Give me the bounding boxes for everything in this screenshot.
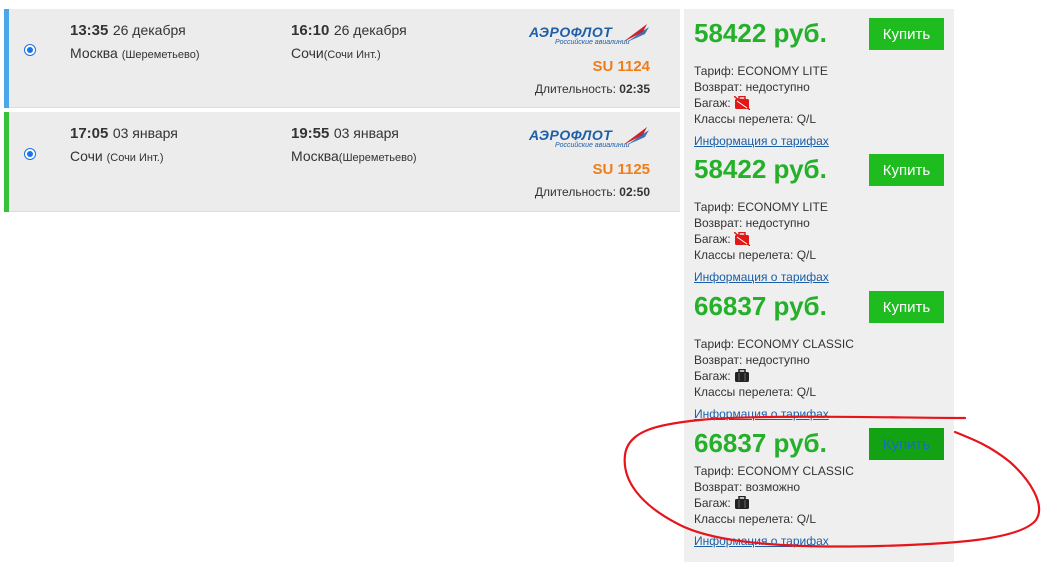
departure-date: 26 декабря	[112, 22, 186, 38]
offer-tariff: Тариф: ECONOMY CLASSIC	[694, 337, 854, 351]
fare-offers-panel: 58422 руб. Купить Тариф: ECONOMY LITE Во…	[684, 9, 954, 562]
offer-classes: Классы перелета: Q/L	[694, 248, 817, 262]
departure-time: 17:05	[70, 125, 109, 142]
flight-radio-return[interactable]	[24, 148, 36, 160]
arrival-date: 03 января	[333, 125, 399, 141]
offer-refund: Возврат: недоступно	[694, 353, 810, 367]
airline-logo-tagline: Российские авиалинии	[555, 142, 630, 149]
divider	[9, 211, 680, 212]
arrival-city: Москва	[291, 148, 339, 164]
offer-baggage: Багаж:	[694, 368, 750, 386]
arrival-airport: (Сочи Инт.)	[323, 49, 381, 61]
departure-city: Москва	[70, 45, 118, 61]
offer-tariff: Тариф: ECONOMY CLASSIC	[694, 464, 854, 478]
departure-info: 17:05 03 января Сочи (Сочи Инт.)	[70, 125, 178, 164]
airline-wing-icon	[623, 127, 649, 145]
offer-refund: Возврат: недоступно	[694, 80, 810, 94]
arrival-info: 19:55 03 января Москва(Шереметьево)	[291, 125, 417, 164]
offer-classes: Классы перелета: Q/L	[694, 512, 817, 526]
offer-refund: Возврат: недоступно	[694, 216, 810, 230]
baggage-label: Багаж:	[694, 496, 731, 510]
buy-button[interactable]: Купить	[869, 18, 944, 50]
tariff-info-link[interactable]: Информация о тарифах	[694, 534, 829, 548]
offer-baggage: Багаж:	[694, 95, 751, 113]
buy-button[interactable]: Купить	[869, 428, 944, 460]
arrival-date: 26 декабря	[333, 22, 407, 38]
tariff-info-link[interactable]: Информация о тарифах	[694, 270, 829, 284]
departure-city: Сочи	[70, 148, 103, 164]
offer-classes: Классы перелета: Q/L	[694, 385, 817, 399]
arrival-time: 19:55	[291, 125, 330, 142]
flight-segment-return[interactable]: 17:05 03 января Сочи (Сочи Инт.) 19:55 0…	[4, 112, 680, 212]
arrival-city: Сочи	[291, 45, 324, 61]
offer-tariff: Тариф: ECONOMY LITE	[694, 200, 828, 214]
airline-wing-icon	[623, 24, 649, 42]
divider	[9, 107, 680, 108]
buy-button[interactable]: Купить	[869, 291, 944, 323]
baggage-icon	[734, 368, 750, 386]
airline-logo-text: АЭРОФЛОТ	[529, 24, 613, 40]
duration-label: Длительность:	[534, 185, 616, 199]
departure-date: 03 января	[112, 125, 178, 141]
offer-baggage: Багаж:	[694, 231, 751, 249]
airline-logo-text: АЭРОФЛОТ	[529, 127, 613, 143]
departure-airport: (Шереметьево)	[121, 49, 200, 61]
no-baggage-icon	[733, 95, 751, 113]
tariff-info-link[interactable]: Информация о тарифах	[694, 407, 829, 421]
flight-segment-outbound[interactable]: 13:35 26 декабря Москва (Шереметьево) 16…	[4, 9, 680, 108]
flight-number: SU 1124	[592, 58, 650, 75]
tariff-info-link[interactable]: Информация о тарифах	[694, 134, 829, 148]
baggage-label: Багаж:	[694, 96, 731, 110]
baggage-icon	[734, 495, 750, 513]
flight-number: SU 1125	[592, 161, 650, 178]
offer-price: 66837 руб.	[694, 428, 827, 458]
airline-logo: АЭРОФЛОТ Российские авиалинии	[529, 22, 651, 52]
offer-refund: Возврат: возможно	[694, 480, 801, 494]
duration-label: Длительность:	[534, 82, 616, 96]
flight-duration: Длительность: 02:50	[535, 185, 650, 199]
departure-airport: (Сочи Инт.)	[106, 152, 164, 164]
airline-logo: АЭРОФЛОТ Российские авиалинии	[529, 125, 651, 155]
flight-duration: Длительность: 02:35	[535, 82, 650, 96]
no-baggage-icon	[733, 231, 751, 249]
offer-price: 66837 руб.	[694, 291, 827, 321]
arrival-airport: (Шереметьево)	[338, 152, 417, 164]
offer-price: 58422 руб.	[694, 18, 827, 48]
offer-price: 58422 руб.	[694, 154, 827, 184]
airline-logo-tagline: Российские авиалинии	[555, 39, 630, 46]
offer-tariff: Тариф: ECONOMY LITE	[694, 64, 828, 78]
baggage-label: Багаж:	[694, 369, 731, 383]
offer-baggage: Багаж:	[694, 495, 750, 513]
duration-value: 02:50	[619, 185, 650, 199]
offer-classes: Классы перелета: Q/L	[694, 112, 817, 126]
flight-radio-outbound[interactable]	[24, 44, 36, 56]
departure-time: 13:35	[70, 22, 109, 39]
buy-button[interactable]: Купить	[869, 154, 944, 186]
arrival-time: 16:10	[291, 22, 330, 39]
duration-value: 02:35	[619, 82, 650, 96]
baggage-label: Багаж:	[694, 232, 731, 246]
arrival-info: 16:10 26 декабря Сочи(Сочи Инт.)	[291, 22, 407, 61]
departure-info: 13:35 26 декабря Москва (Шереметьево)	[70, 22, 200, 61]
